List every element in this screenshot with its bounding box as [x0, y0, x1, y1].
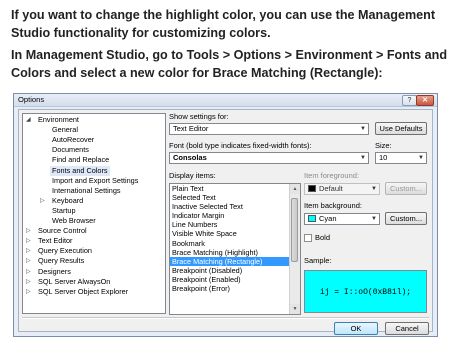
tree-item[interactable]: Source Control — [36, 226, 89, 236]
foreground-swatch — [308, 185, 316, 192]
display-item[interactable]: Visible White Space — [170, 229, 289, 238]
tree-item[interactable]: Find and Replace — [50, 155, 111, 165]
chevron-down-icon: ▼ — [371, 186, 377, 192]
collapsed-arrow-icon[interactable]: ▷ — [26, 277, 31, 287]
tree-item[interactable]: AutoRecover — [50, 135, 96, 145]
bold-label: Bold — [315, 233, 331, 242]
sample-preview: ij = I::oO(0xB81l); — [304, 270, 427, 313]
dialog-client: ◢ Environment General AutoRecover Documents F… — [18, 109, 433, 335]
expanded-arrow-icon[interactable]: ◢ — [26, 115, 31, 125]
tree-item[interactable]: Text Editor — [36, 236, 74, 246]
tree-item[interactable]: Query Execution — [36, 246, 94, 256]
tree-item[interactable]: Web Browser — [50, 216, 98, 226]
use-defaults-button[interactable]: Use Defaults — [375, 122, 427, 135]
scroll-up-icon[interactable]: ▲ — [290, 184, 300, 194]
tree-item[interactable]: Query Results — [36, 256, 86, 266]
display-item[interactable]: Breakpoint (Error) — [170, 284, 289, 293]
display-item[interactable]: Plain Text — [170, 184, 289, 193]
display-item[interactable]: Selected Text — [170, 193, 289, 202]
options-dialog: Options ? ✕ ◢ Environment General AutoRecov… — [13, 93, 438, 337]
display-item[interactable]: Line Numbers — [170, 220, 289, 229]
show-settings-select[interactable]: Text Editor ▼ — [169, 123, 369, 135]
item-background-select[interactable]: Cyan ▼ — [304, 213, 380, 225]
chevron-down-icon: ▼ — [360, 155, 366, 161]
intro-paragraph: If you want to change the highlight colo… — [11, 8, 436, 40]
tree-item[interactable]: SQL Server Object Explorer — [36, 287, 130, 297]
font-value: Consolas — [173, 153, 207, 162]
display-item[interactable]: Brace Matching (Highlight) — [170, 248, 289, 257]
scroll-thumb[interactable] — [291, 198, 298, 262]
font-select[interactable]: Consolas ▼ — [169, 152, 369, 164]
item-background-label: Item background: — [304, 201, 362, 210]
custom-foreground-button[interactable]: Custom... — [385, 182, 427, 195]
tree-item[interactable]: Environment — [36, 115, 81, 125]
collapsed-arrow-icon[interactable]: ▷ — [26, 256, 31, 266]
tree-item[interactable]: Keyboard — [50, 196, 85, 206]
display-item[interactable]: Indicator Margin — [170, 211, 289, 220]
dialog-title: Options — [18, 95, 45, 104]
collapsed-arrow-icon[interactable]: ▷ — [26, 236, 31, 246]
tree-item[interactable]: SQL Server AlwaysOn — [36, 277, 112, 287]
show-settings-value: Text Editor — [173, 124, 209, 133]
dialog-titlebar[interactable]: Options ? ✕ — [14, 94, 437, 107]
sample-label: Sample: — [304, 256, 332, 265]
custom-background-button[interactable]: Custom... — [385, 212, 427, 225]
item-foreground-select[interactable]: Default ▼ — [304, 183, 380, 195]
chevron-down-icon: ▼ — [418, 155, 424, 161]
tree-item[interactable]: Startup — [50, 206, 78, 216]
tree-item[interactable]: Fonts and Colors — [50, 165, 110, 176]
collapsed-arrow-icon[interactable]: ▷ — [40, 196, 45, 206]
tree-item[interactable]: Designers — [36, 267, 73, 277]
show-settings-label: Show settings for: — [169, 112, 229, 121]
options-tree[interactable]: ◢ Environment General AutoRecover Documents F… — [22, 113, 166, 314]
size-label: Size: — [375, 141, 392, 150]
display-item[interactable]: Brace Matching (Rectangle) — [170, 256, 289, 266]
item-foreground-label: Item foreground: — [304, 171, 360, 180]
tree-item[interactable]: International Settings — [50, 186, 123, 196]
item-foreground-value: Default — [319, 184, 343, 193]
help-button[interactable]: ? — [402, 95, 417, 106]
display-item[interactable]: Inactive Selected Text — [170, 202, 289, 211]
cancel-button[interactable]: Cancel — [385, 322, 429, 335]
collapsed-arrow-icon[interactable]: ▷ — [26, 246, 31, 256]
display-items-list[interactable]: Plain Text Selected Text Inactive Selected… — [169, 183, 301, 315]
collapsed-arrow-icon[interactable]: ▷ — [26, 226, 31, 236]
chevron-down-icon: ▼ — [371, 216, 377, 222]
font-label: Font (bold type indicates fixed-width fo… — [169, 141, 312, 150]
size-value: 10 — [379, 153, 388, 162]
chevron-down-icon: ▼ — [360, 126, 366, 132]
collapsed-arrow-icon[interactable]: ▷ — [26, 267, 31, 277]
dialog-separator — [22, 317, 429, 319]
instruction-paragraph: In Management Studio, go to Tools > Opti… — [11, 48, 448, 80]
close-button[interactable]: ✕ — [416, 95, 434, 106]
display-item[interactable]: Breakpoint (Enabled) — [170, 275, 289, 284]
display-items-scrollbar[interactable]: ▲ ▼ — [289, 184, 300, 314]
tree-item[interactable]: General — [50, 125, 80, 135]
scroll-down-icon[interactable]: ▼ — [290, 304, 300, 314]
collapsed-arrow-icon[interactable]: ▷ — [26, 287, 31, 297]
ok-button[interactable]: OK — [334, 322, 378, 335]
item-background-value: Cyan — [319, 214, 337, 223]
tree-item[interactable]: Documents — [50, 145, 91, 155]
display-item[interactable]: Bookmark — [170, 239, 289, 248]
size-select[interactable]: 10 ▼ — [375, 152, 427, 164]
bold-checkbox[interactable] — [304, 234, 312, 242]
tree-item[interactable]: Import and Export Settings — [50, 176, 140, 186]
background-swatch — [308, 215, 316, 222]
display-items-label: Display items: — [169, 171, 216, 180]
display-item[interactable]: Breakpoint (Disabled) — [170, 266, 289, 275]
